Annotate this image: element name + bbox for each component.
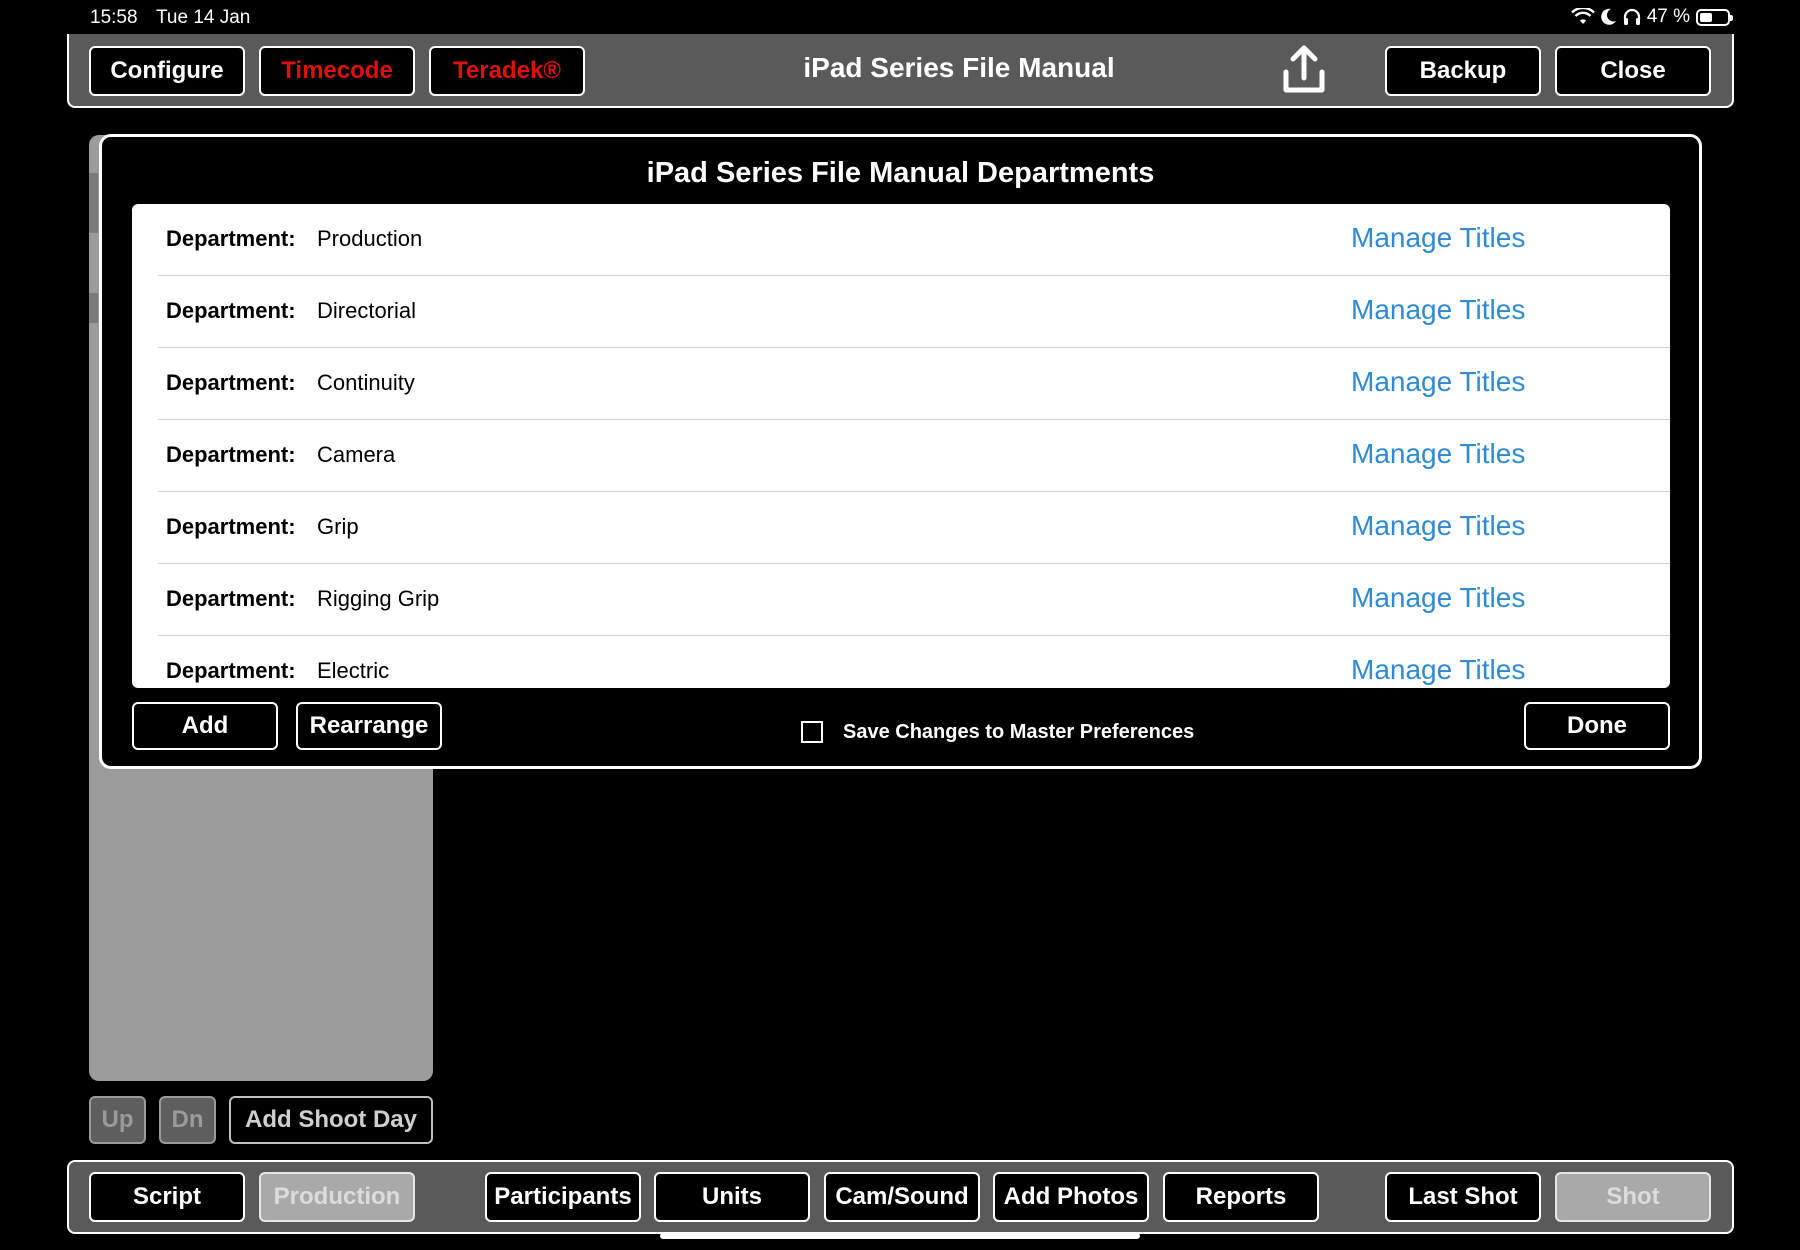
department-row[interactable]: Department: Camera Manage Titles: [132, 420, 1670, 492]
participants-tab[interactable]: Participants: [485, 1172, 641, 1222]
department-name: Camera: [317, 442, 396, 467]
home-indicator: [660, 1233, 1140, 1239]
configure-button[interactable]: Configure: [89, 46, 245, 96]
cam-sound-tab[interactable]: Cam/Sound: [824, 1172, 980, 1222]
share-icon[interactable]: [1274, 40, 1334, 100]
battery-percent: 47 %: [1646, 6, 1690, 27]
department-name: Directorial: [317, 298, 417, 323]
teradek-button[interactable]: Teradek®: [429, 46, 585, 96]
department-name: Continuity: [317, 370, 415, 395]
manage-titles-link[interactable]: Manage Titles: [1351, 222, 1525, 254]
wifi-icon: [1570, 8, 1595, 24]
production-tab[interactable]: Production: [259, 1172, 415, 1222]
modal-title: iPad Series File Manual Departments: [646, 157, 1155, 189]
department-label: Department:: [166, 586, 296, 611]
manage-titles-link[interactable]: Manage Titles: [1351, 582, 1525, 614]
add-photos-tab[interactable]: Add Photos: [993, 1172, 1149, 1222]
app-title: iPad Series File Manual: [803, 52, 1115, 83]
units-tab[interactable]: Units: [654, 1172, 810, 1222]
department-row[interactable]: Department: Electric Manage Titles: [132, 636, 1670, 688]
done-button[interactable]: Done: [1524, 702, 1670, 750]
bottom-toolbar: Script Production Participants Units Cam…: [67, 1160, 1734, 1234]
department-row[interactable]: Department: Grip Manage Titles: [132, 492, 1670, 564]
timecode-button[interactable]: Timecode: [259, 46, 415, 96]
close-button[interactable]: Close: [1555, 46, 1711, 96]
department-name: Grip: [317, 514, 359, 539]
status-bar: 15:58 Tue 14 Jan 47 %: [0, 0, 1800, 34]
backup-button[interactable]: Backup: [1385, 46, 1541, 96]
battery-icon: [1696, 8, 1733, 26]
department-row[interactable]: Department: Production Manage Titles: [132, 204, 1670, 276]
manage-titles-link[interactable]: Manage Titles: [1351, 654, 1525, 686]
last-shot-button[interactable]: Last Shot: [1385, 1172, 1541, 1222]
department-row[interactable]: Department: Rigging Grip Manage Titles: [132, 564, 1670, 636]
departments-modal: iPad Series File Manual Departments Depa…: [99, 134, 1702, 769]
status-date: Tue 14 Jan: [156, 7, 251, 28]
manage-titles-link[interactable]: Manage Titles: [1351, 438, 1525, 470]
department-label: Department:: [166, 298, 296, 323]
shot-button[interactable]: Shot: [1555, 1172, 1711, 1222]
add-shoot-day-button[interactable]: Add Shoot Day: [229, 1096, 433, 1144]
department-label: Department:: [166, 370, 296, 395]
status-indicators: 47 %: [1570, 6, 1733, 28]
panel-edge-marker: [89, 173, 98, 233]
department-name: Rigging Grip: [317, 586, 440, 611]
down-button[interactable]: Dn: [159, 1096, 216, 1144]
department-list[interactable]: Department: Production Manage Titles Depart…: [132, 204, 1670, 688]
top-toolbar: Configure Timecode Teradek® iPad Series …: [67, 34, 1734, 108]
department-label: Department:: [166, 226, 296, 251]
manage-titles-link[interactable]: Manage Titles: [1351, 510, 1525, 542]
rearrange-button[interactable]: Rearrange: [296, 702, 442, 750]
department-name: Production: [317, 226, 423, 251]
manage-titles-link[interactable]: Manage Titles: [1351, 294, 1525, 326]
status-time: 15:58: [90, 7, 138, 28]
panel-edge-marker: [89, 293, 98, 323]
department-name: Electric: [317, 658, 390, 683]
script-tab[interactable]: Script: [89, 1172, 245, 1222]
department-row[interactable]: Department: Directorial Manage Titles: [132, 276, 1670, 348]
reports-tab[interactable]: Reports: [1163, 1172, 1319, 1222]
moon-icon: [1600, 8, 1616, 25]
save-master-checkbox[interactable]: [801, 721, 823, 743]
headphones-icon: [1623, 8, 1640, 25]
department-label: Department:: [166, 514, 296, 539]
department-row[interactable]: Department: Continuity Manage Titles: [132, 348, 1670, 420]
department-label: Department:: [166, 442, 296, 467]
up-button[interactable]: Up: [89, 1096, 146, 1144]
manage-titles-link[interactable]: Manage Titles: [1351, 366, 1525, 398]
add-button[interactable]: Add: [132, 702, 278, 750]
department-label: Department:: [166, 658, 296, 683]
save-master-label: Save Changes to Master Preferences: [843, 721, 1195, 743]
